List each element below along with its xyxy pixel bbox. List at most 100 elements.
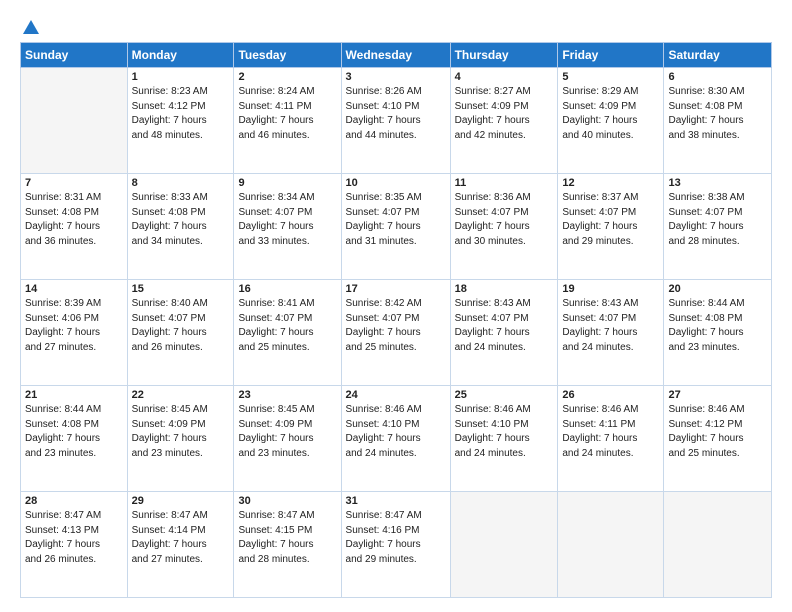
header bbox=[20, 18, 772, 32]
day-number: 16 bbox=[238, 283, 336, 295]
day-number: 2 bbox=[238, 71, 336, 83]
calendar-cell: 13 Sunrise: 8:38 AMSunset: 4:07 PMDayligh… bbox=[664, 174, 772, 280]
day-number: 30 bbox=[238, 495, 336, 507]
calendar-cell: 20 Sunrise: 8:44 AMSunset: 4:08 PMDayligh… bbox=[664, 280, 772, 386]
day-number: 12 bbox=[562, 177, 659, 189]
day-number: 27 bbox=[668, 389, 767, 401]
day-info: Sunrise: 8:34 AMSunset: 4:07 PMDaylight:… bbox=[238, 191, 336, 249]
logo-triangle-icon bbox=[22, 18, 40, 36]
day-number: 17 bbox=[346, 283, 446, 295]
day-info: Sunrise: 8:33 AMSunset: 4:08 PMDaylight:… bbox=[132, 191, 230, 249]
calendar-cell: 22 Sunrise: 8:45 AMSunset: 4:09 PMDayligh… bbox=[127, 386, 234, 492]
day-info: Sunrise: 8:47 AMSunset: 4:13 PMDaylight:… bbox=[25, 509, 123, 567]
calendar-cell: 26Sunrise: 8:46 AMSunset: 4:11 PMDayligh… bbox=[558, 386, 664, 492]
day-info: Sunrise: 8:43 AMSunset: 4:07 PMDaylight:… bbox=[455, 297, 554, 355]
day-info: Sunrise: 8:35 AMSunset: 4:07 PMDaylight:… bbox=[346, 191, 446, 249]
day-number: 19 bbox=[562, 283, 659, 295]
calendar-cell: 16Sunrise: 8:41 AMSunset: 4:07 PMDayligh… bbox=[234, 280, 341, 386]
day-info: Sunrise: 8:42 AMSunset: 4:07 PMDaylight:… bbox=[346, 297, 446, 355]
calendar-cell: 15Sunrise: 8:40 AMSunset: 4:07 PMDayligh… bbox=[127, 280, 234, 386]
calendar-week-row: 1 Sunrise: 8:23 AMSunset: 4:12 PMDaylight… bbox=[21, 68, 772, 174]
day-info: Sunrise: 8:45 AMSunset: 4:09 PMDaylight:… bbox=[132, 403, 230, 461]
day-info: Sunrise: 8:31 AMSunset: 4:08 PMDaylight:… bbox=[25, 191, 123, 249]
calendar-cell: 6 Sunrise: 8:30 AMSunset: 4:08 PMDaylight… bbox=[664, 68, 772, 174]
day-info: Sunrise: 8:47 AMSunset: 4:14 PMDaylight:… bbox=[132, 509, 230, 567]
calendar-week-row: 28Sunrise: 8:47 AMSunset: 4:13 PMDayligh… bbox=[21, 492, 772, 598]
day-info: Sunrise: 8:39 AMSunset: 4:06 PMDaylight:… bbox=[25, 297, 123, 355]
day-info: Sunrise: 8:37 AMSunset: 4:07 PMDaylight:… bbox=[562, 191, 659, 249]
page: SundayMondayTuesdayWednesdayThursdayFrid… bbox=[0, 0, 792, 612]
weekday-header: Sunday bbox=[21, 43, 128, 68]
day-number: 31 bbox=[346, 495, 446, 507]
logo bbox=[20, 18, 40, 32]
day-number: 10 bbox=[346, 177, 446, 189]
day-info: Sunrise: 8:27 AMSunset: 4:09 PMDaylight:… bbox=[455, 85, 554, 143]
day-number: 25 bbox=[455, 389, 554, 401]
calendar-cell: 31 Sunrise: 8:47 AMSunset: 4:16 PMDayligh… bbox=[341, 492, 450, 598]
day-number: 11 bbox=[455, 177, 554, 189]
calendar-cell bbox=[558, 492, 664, 598]
day-info: Sunrise: 8:44 AMSunset: 4:08 PMDaylight:… bbox=[25, 403, 123, 461]
calendar-week-row: 14Sunrise: 8:39 AMSunset: 4:06 PMDayligh… bbox=[21, 280, 772, 386]
calendar-cell: 7 Sunrise: 8:31 AMSunset: 4:08 PMDaylight… bbox=[21, 174, 128, 280]
day-info: Sunrise: 8:23 AMSunset: 4:12 PMDaylight:… bbox=[132, 85, 230, 143]
day-number: 3 bbox=[346, 71, 446, 83]
weekday-header: Thursday bbox=[450, 43, 558, 68]
calendar-cell: 17 Sunrise: 8:42 AMSunset: 4:07 PMDayligh… bbox=[341, 280, 450, 386]
day-number: 1 bbox=[132, 71, 230, 83]
day-info: Sunrise: 8:47 AMSunset: 4:15 PMDaylight:… bbox=[238, 509, 336, 567]
calendar-cell: 10 Sunrise: 8:35 AMSunset: 4:07 PMDayligh… bbox=[341, 174, 450, 280]
calendar-cell: 8 Sunrise: 8:33 AMSunset: 4:08 PMDaylight… bbox=[127, 174, 234, 280]
day-info: Sunrise: 8:44 AMSunset: 4:08 PMDaylight:… bbox=[668, 297, 767, 355]
day-info: Sunrise: 8:24 AMSunset: 4:11 PMDaylight:… bbox=[238, 85, 336, 143]
weekday-header: Friday bbox=[558, 43, 664, 68]
day-info: Sunrise: 8:30 AMSunset: 4:08 PMDaylight:… bbox=[668, 85, 767, 143]
day-info: Sunrise: 8:46 AMSunset: 4:12 PMDaylight:… bbox=[668, 403, 767, 461]
calendar-cell: 2 Sunrise: 8:24 AMSunset: 4:11 PMDaylight… bbox=[234, 68, 341, 174]
day-number: 5 bbox=[562, 71, 659, 83]
day-info: Sunrise: 8:26 AMSunset: 4:10 PMDaylight:… bbox=[346, 85, 446, 143]
day-number: 7 bbox=[25, 177, 123, 189]
calendar-cell: 19 Sunrise: 8:43 AMSunset: 4:07 PMDayligh… bbox=[558, 280, 664, 386]
weekday-header: Saturday bbox=[664, 43, 772, 68]
weekday-header: Monday bbox=[127, 43, 234, 68]
calendar-table: SundayMondayTuesdayWednesdayThursdayFrid… bbox=[20, 42, 772, 598]
calendar-cell: 14Sunrise: 8:39 AMSunset: 4:06 PMDayligh… bbox=[21, 280, 128, 386]
calendar-week-row: 21 Sunrise: 8:44 AMSunset: 4:08 PMDayligh… bbox=[21, 386, 772, 492]
calendar-header-row: SundayMondayTuesdayWednesdayThursdayFrid… bbox=[21, 43, 772, 68]
calendar-cell: 1 Sunrise: 8:23 AMSunset: 4:12 PMDaylight… bbox=[127, 68, 234, 174]
calendar-cell bbox=[450, 492, 558, 598]
weekday-header: Wednesday bbox=[341, 43, 450, 68]
weekday-header: Tuesday bbox=[234, 43, 341, 68]
calendar-cell: 27 Sunrise: 8:46 AMSunset: 4:12 PMDayligh… bbox=[664, 386, 772, 492]
calendar-cell: 3 Sunrise: 8:26 AMSunset: 4:10 PMDaylight… bbox=[341, 68, 450, 174]
day-info: Sunrise: 8:46 AMSunset: 4:10 PMDaylight:… bbox=[455, 403, 554, 461]
day-info: Sunrise: 8:47 AMSunset: 4:16 PMDaylight:… bbox=[346, 509, 446, 567]
day-number: 26 bbox=[562, 389, 659, 401]
calendar-cell: 4Sunrise: 8:27 AMSunset: 4:09 PMDaylight… bbox=[450, 68, 558, 174]
day-info: Sunrise: 8:36 AMSunset: 4:07 PMDaylight:… bbox=[455, 191, 554, 249]
day-number: 22 bbox=[132, 389, 230, 401]
day-number: 6 bbox=[668, 71, 767, 83]
day-number: 13 bbox=[668, 177, 767, 189]
day-number: 20 bbox=[668, 283, 767, 295]
day-number: 21 bbox=[25, 389, 123, 401]
day-number: 23 bbox=[238, 389, 336, 401]
day-number: 18 bbox=[455, 283, 554, 295]
day-number: 29 bbox=[132, 495, 230, 507]
day-number: 9 bbox=[238, 177, 336, 189]
day-number: 15 bbox=[132, 283, 230, 295]
calendar-week-row: 7 Sunrise: 8:31 AMSunset: 4:08 PMDaylight… bbox=[21, 174, 772, 280]
day-info: Sunrise: 8:38 AMSunset: 4:07 PMDaylight:… bbox=[668, 191, 767, 249]
day-number: 24 bbox=[346, 389, 446, 401]
calendar-cell: 18 Sunrise: 8:43 AMSunset: 4:07 PMDayligh… bbox=[450, 280, 558, 386]
calendar-cell: 5 Sunrise: 8:29 AMSunset: 4:09 PMDaylight… bbox=[558, 68, 664, 174]
day-number: 8 bbox=[132, 177, 230, 189]
day-info: Sunrise: 8:43 AMSunset: 4:07 PMDaylight:… bbox=[562, 297, 659, 355]
calendar-cell: 21 Sunrise: 8:44 AMSunset: 4:08 PMDayligh… bbox=[21, 386, 128, 492]
day-info: Sunrise: 8:29 AMSunset: 4:09 PMDaylight:… bbox=[562, 85, 659, 143]
calendar-cell bbox=[664, 492, 772, 598]
calendar-cell: 9 Sunrise: 8:34 AMSunset: 4:07 PMDaylight… bbox=[234, 174, 341, 280]
calendar-cell: 23Sunrise: 8:45 AMSunset: 4:09 PMDayligh… bbox=[234, 386, 341, 492]
calendar-cell bbox=[21, 68, 128, 174]
